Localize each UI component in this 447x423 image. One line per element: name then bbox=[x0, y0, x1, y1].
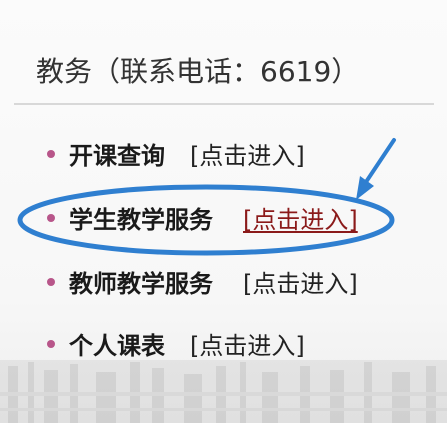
section-title: 教务（联系电话：6619） bbox=[36, 55, 360, 88]
menu-item-label: 开课查询 bbox=[69, 142, 165, 170]
bullet-dot-icon bbox=[47, 278, 55, 286]
menu-item-course-query: 开课查询 [点击进入] bbox=[0, 136, 447, 176]
education-panel: 教务（联系电话：6619） 开课查询 [点击进入] 学生教学服务 [点击进入] … bbox=[0, 0, 447, 423]
menu-item-student-teaching-service: 学生教学服务 [点击进入] bbox=[0, 200, 447, 240]
bullet-dot-icon bbox=[47, 340, 55, 348]
menu-item-label: 学生教学服务 bbox=[69, 206, 213, 234]
enter-link[interactable]: [点击进入] bbox=[243, 200, 358, 240]
bullet-dot-icon bbox=[47, 150, 55, 158]
bullet-dot-icon bbox=[47, 214, 55, 222]
enter-link[interactable]: [点击进入] bbox=[243, 264, 358, 304]
menu-item-teacher-teaching-service: 教师教学服务 [点击进入] bbox=[0, 264, 447, 304]
enter-link[interactable]: [点击进入] bbox=[190, 136, 305, 176]
divider bbox=[14, 103, 434, 105]
background-building-image bbox=[0, 360, 447, 423]
menu-item-label: 教师教学服务 bbox=[69, 270, 213, 298]
